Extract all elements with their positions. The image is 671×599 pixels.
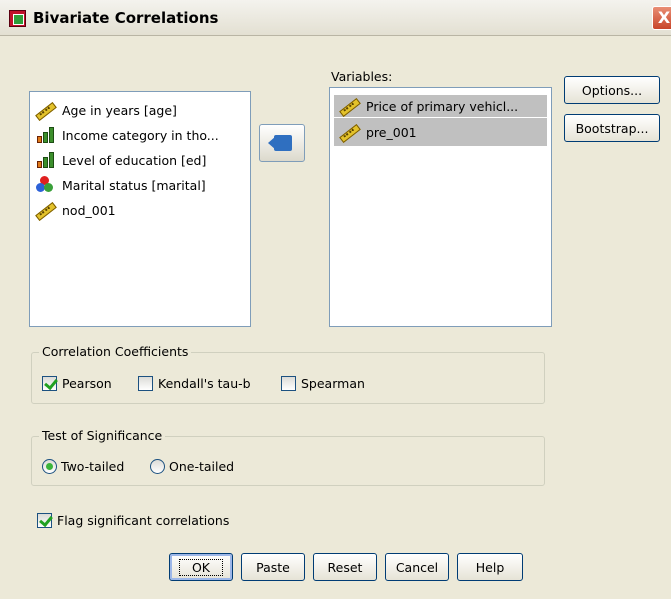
nominal-circles-icon	[34, 176, 56, 194]
help-button[interactable]: Help	[457, 553, 523, 581]
source-variable-list[interactable]: Age in years [age] Income category in th…	[29, 91, 251, 327]
spearman-checkbox[interactable]: Spearman	[281, 376, 365, 391]
ok-button[interactable]: OK	[169, 553, 233, 581]
paste-button[interactable]: Paste	[241, 553, 305, 581]
cancel-button-label: Cancel	[395, 559, 439, 575]
list-item[interactable]: Marital status [marital]	[30, 174, 250, 196]
group-legend: Correlation Coefficients	[39, 344, 192, 359]
variables-label: Variables:	[331, 69, 393, 84]
dialog-title: Bivariate Correlations	[33, 9, 219, 27]
checkbox-box[interactable]	[37, 513, 52, 528]
checkbox-label: Kendall's tau-b	[158, 376, 251, 391]
scale-ruler-icon	[34, 101, 56, 119]
checkbox-label: Flag significant correlations	[57, 513, 230, 528]
flag-significant-checkbox[interactable]: Flag significant correlations	[37, 513, 229, 528]
list-item-label: Level of education [ed]	[62, 152, 207, 168]
radio-dot[interactable]	[42, 459, 57, 474]
list-item-label: pre_001	[366, 124, 417, 140]
kendall-checkbox[interactable]: Kendall's tau-b	[138, 376, 251, 391]
list-item[interactable]: Income category in tho...	[30, 124, 250, 146]
checkbox-label: Spearman	[301, 376, 365, 391]
list-item-label: nod_001	[62, 202, 116, 218]
cancel-button[interactable]: Cancel	[385, 553, 449, 581]
one-tailed-radio[interactable]: One-tailed	[150, 459, 234, 474]
close-button[interactable]: X	[652, 6, 671, 30]
help-button-label: Help	[475, 559, 505, 575]
bivariate-correlations-dialog: Bivariate Correlations X Age in years [a…	[0, 0, 671, 599]
correlation-coefficients-group: Correlation Coefficients Pearson Kendall…	[31, 344, 545, 404]
reset-button-label: Reset	[327, 559, 363, 575]
group-legend: Test of Significance	[39, 428, 166, 443]
options-button[interactable]: Options...	[564, 76, 660, 104]
list-item[interactable]: Level of education [ed]	[30, 149, 250, 171]
scale-ruler-icon	[338, 123, 360, 141]
checkbox-label: Pearson	[62, 376, 112, 391]
checkbox-box[interactable]	[138, 376, 153, 391]
scale-ruler-icon	[338, 97, 360, 115]
list-item[interactable]: Age in years [age]	[30, 99, 250, 121]
list-item[interactable]: Price of primary vehicl...	[334, 95, 547, 117]
title-bar[interactable]: Bivariate Correlations X	[0, 0, 671, 36]
list-item-label: Income category in tho...	[62, 127, 219, 143]
two-tailed-radio[interactable]: Two-tailed	[42, 459, 124, 474]
radio-dot[interactable]	[150, 459, 165, 474]
list-item-label: Marital status [marital]	[62, 177, 206, 193]
radio-label: Two-tailed	[61, 459, 125, 474]
checkbox-box[interactable]	[42, 376, 57, 391]
list-item[interactable]: nod_001	[30, 199, 250, 221]
test-of-significance-group: Test of Significance Two-tailed One-tail…	[31, 428, 545, 486]
list-item-label: Price of primary vehicl...	[366, 98, 519, 114]
app-icon	[9, 10, 26, 27]
pearson-checkbox[interactable]: Pearson	[42, 376, 112, 391]
list-item-label: Age in years [age]	[62, 102, 177, 118]
options-button-label: Options...	[581, 82, 643, 98]
ordinal-bars-icon	[34, 151, 56, 169]
paste-button-label: Paste	[256, 559, 290, 575]
left-arrow-icon	[268, 135, 292, 151]
checkbox-box[interactable]	[281, 376, 296, 391]
move-to-variables-button[interactable]	[259, 124, 305, 162]
scale-ruler-icon	[34, 201, 56, 219]
ok-button-label: OK	[178, 558, 224, 576]
bootstrap-button[interactable]: Bootstrap...	[564, 114, 660, 142]
variables-list[interactable]: Price of primary vehicl... pre_001	[329, 87, 552, 327]
reset-button[interactable]: Reset	[313, 553, 377, 581]
radio-label: One-tailed	[169, 459, 235, 474]
ordinal-bars-icon	[34, 126, 56, 144]
list-item[interactable]: pre_001	[334, 118, 547, 146]
bootstrap-button-label: Bootstrap...	[575, 120, 649, 136]
